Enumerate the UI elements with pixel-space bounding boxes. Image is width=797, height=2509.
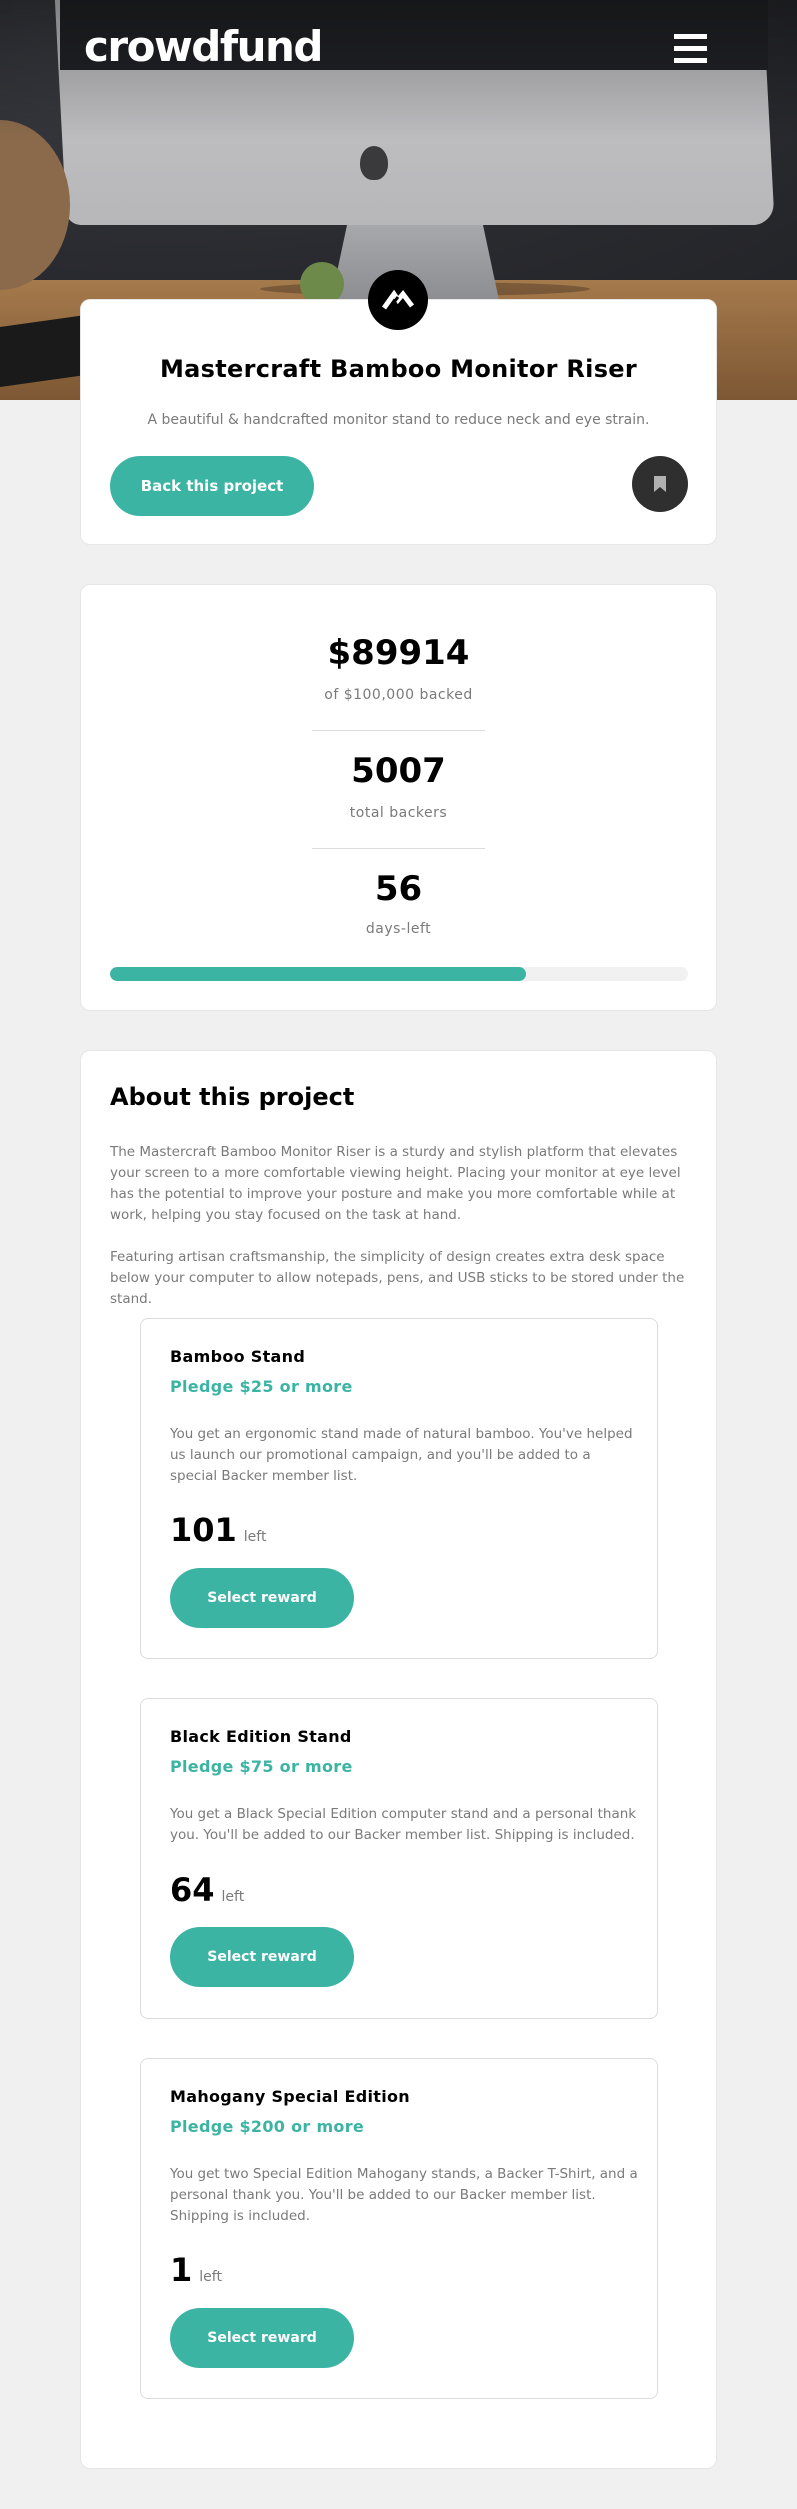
reward-count: 101 <box>170 1511 237 1549</box>
reward-name: Bamboo Stand <box>170 1347 306 1366</box>
about-card: About this project The Mastercraft Bambo… <box>80 1050 717 2469</box>
reward-name: Black Edition Stand <box>170 1727 352 1746</box>
mastercraft-logo-icon <box>368 270 428 330</box>
backers-label: total backers <box>349 805 448 821</box>
reward-left-label: left <box>243 1529 267 1545</box>
reward-description: You get two Special Edition Mahogany sta… <box>170 2166 638 2224</box>
select-reward-button[interactable]: Select reward <box>170 1927 354 1987</box>
project-title: Mastercraft Bamboo Monitor Riser <box>159 355 638 383</box>
reward-description: You get a Black Special Edition computer… <box>170 1806 637 1843</box>
backed-label: of $100,000 backed <box>324 687 473 703</box>
reward-count: 1 <box>170 2251 193 2289</box>
about-paragraph: The Mastercraft Bamboo Monitor Riser is … <box>110 1144 681 1223</box>
project-intro-card: Mastercraft Bamboo Monitor Riser A beaut… <box>80 270 717 545</box>
days-left-label: days-left <box>365 921 432 937</box>
about-paragraph: Featuring artisan craftsmanship, the sim… <box>110 1249 685 1307</box>
reward-pledge: Pledge $200 or more <box>170 2117 365 2136</box>
select-reward-button[interactable]: Select reward <box>170 1568 354 1628</box>
select-reward-button[interactable]: Select reward <box>170 2308 354 2368</box>
about-title: About this project <box>110 1083 355 1111</box>
backed-amount: $89914 <box>327 633 470 673</box>
reward-remaining: 64 left <box>170 1871 244 1909</box>
reward-description: You get an ergonomic stand made of natur… <box>170 1426 633 1484</box>
backers-count: 5007 <box>351 751 446 791</box>
days-left-count: 56 <box>374 869 423 909</box>
stats-card: $89914 of $100,000 backed 5007 total bac… <box>80 584 717 1011</box>
reward-left-label: left <box>199 2269 222 2285</box>
reward-card-bamboo: Bamboo Stand Pledge $25 or more You get … <box>140 1318 658 1659</box>
stats-divider <box>312 730 485 731</box>
reward-card-mahogany: Mahogany Special Edition Pledge $200 or … <box>140 2058 658 2399</box>
brand-logo[interactable]: crowdfund <box>84 22 323 71</box>
back-project-button[interactable]: Back this project <box>110 456 314 516</box>
reward-name: Mahogany Special Edition <box>170 2087 410 2106</box>
reward-pledge: Pledge $75 or more <box>170 1757 353 1776</box>
funding-progress-bar <box>110 967 688 981</box>
hamburger-icon[interactable] <box>674 34 707 65</box>
project-description: A beautiful & handcrafted monitor stand … <box>147 412 650 428</box>
stats-divider <box>312 848 485 849</box>
reward-card-black-edition: Black Edition Stand Pledge $75 or more Y… <box>140 1698 658 2019</box>
reward-remaining: 1 left <box>170 2251 222 2289</box>
reward-pledge: Pledge $25 or more <box>170 1377 353 1396</box>
reward-left-label: left <box>221 1889 245 1905</box>
bookmark-button[interactable] <box>632 456 688 512</box>
progress-fill <box>110 967 527 981</box>
reward-count: 64 <box>170 1871 215 1909</box>
reward-remaining: 101 left <box>170 1511 266 1549</box>
bookmark-icon <box>654 476 666 492</box>
